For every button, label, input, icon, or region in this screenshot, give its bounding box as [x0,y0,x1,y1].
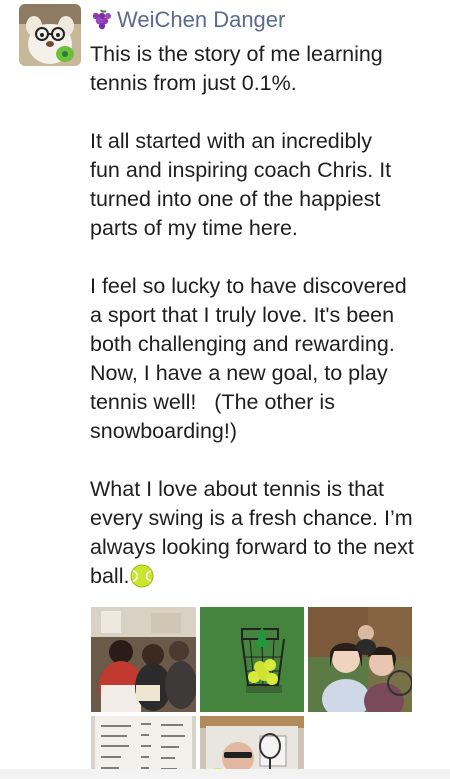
paragraph-2: It all started with an incredibly fun an… [90,127,440,243]
photo-2-ball-basket[interactable] [200,607,304,712]
text-line: tennis from just 0.1%. [90,71,297,95]
post-text: This is the story of me learning tennis … [90,40,440,620]
paragraph-3: I feel so lucky to have discovered a spo… [90,272,440,446]
text-line: Now, I have a new goal, to play [90,361,388,385]
paragraph-4: What I love about tennis is that every s… [90,475,440,591]
bottom-divider [0,769,450,779]
text-line: snowboarding!) [90,419,238,443]
text-line: a sport that I truly love. It's been [90,303,395,327]
text-line: turned into one of the happiest [90,187,381,211]
paragraph-1: This is the story of me learning tennis … [90,40,440,98]
text-line: I feel so lucky to have discovered [90,274,407,298]
text-line: parts of my time here. [90,216,298,240]
author-name-link[interactable]: WeiChen Danger [89,6,285,34]
text-line: This is the story of me learning [90,42,383,66]
photo-1-group-dinner[interactable] [91,607,196,712]
text-line: It all started with an incredibly [90,129,373,153]
text-line: every swing is a fresh chance. I’m [90,506,413,530]
text-line-last: ball. [90,562,440,591]
moments-post: WeiChen Danger This is the story of me l… [0,0,450,779]
text-line: ball. [90,564,130,588]
tennis-ball-basket-photo [200,607,304,712]
tennis-ball-icon [130,564,154,588]
grape-icon [92,9,111,30]
text-line: always looking forward to the next [90,535,414,559]
text-line: both challenging and rewarding. [90,332,395,356]
text-line: tennis well! (The other is [90,390,335,414]
selfie-tennis-court-photo [308,607,412,712]
group-dinner-photo [91,607,196,712]
text-line: What I love about tennis is that [90,477,384,501]
avatar[interactable] [19,4,81,66]
author-name: WeiChen Danger [117,7,286,32]
text-line: fun and inspiring coach Chris. It [90,158,392,182]
photo-3-selfie[interactable] [308,607,412,712]
avatar-image [19,4,81,66]
